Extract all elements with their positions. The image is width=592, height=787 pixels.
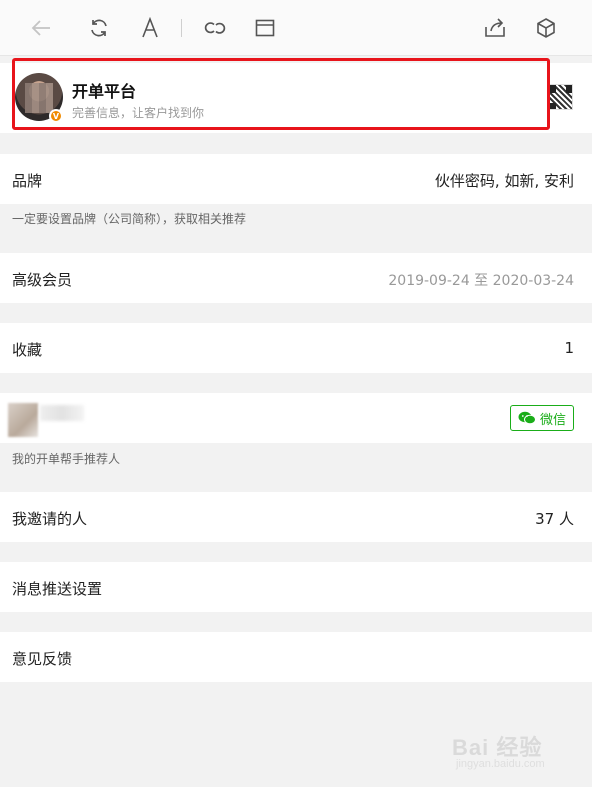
link-icon[interactable]: [201, 14, 229, 42]
membership-period: 2019-09-24 至 2020-03-24: [388, 273, 574, 289]
refresh-icon[interactable]: [85, 14, 113, 42]
wechat-label: 微信: [539, 412, 566, 428]
brand-value: 伙伴密码, 如新, 安利: [434, 172, 574, 190]
invited-label: 我邀请的人: [12, 510, 88, 528]
baidu-watermark: Bai 经验 jingyan.baidu.com: [452, 722, 572, 776]
highlight-box: [12, 58, 550, 130]
favorites-count: 1: [564, 339, 574, 357]
brand-row[interactable]: 品牌 伙伴密码, 如新, 安利: [0, 154, 592, 204]
cube-icon[interactable]: [532, 14, 560, 42]
invited-row[interactable]: 我邀请的人 37 人: [0, 492, 592, 542]
referrer-avatar: [8, 403, 38, 437]
feedback-label: 意见反馈: [12, 650, 73, 668]
membership-row[interactable]: 高级会员 2019-09-24 至 2020-03-24: [0, 253, 592, 303]
watermark-url: jingyan.baidu.com: [456, 758, 545, 770]
referrer-name: [40, 405, 84, 421]
push-settings-label: 消息推送设置: [12, 580, 103, 598]
browser-toolbar: [0, 0, 592, 56]
feedback-row[interactable]: 意见反馈: [0, 632, 592, 682]
font-icon[interactable]: [136, 14, 164, 42]
favorites-label: 收藏: [12, 341, 43, 359]
membership-label: 高级会员: [12, 271, 73, 289]
referrer-row[interactable]: 微信: [0, 393, 592, 443]
invited-count: 37 人: [535, 510, 574, 528]
wechat-button[interactable]: 微信: [510, 405, 574, 431]
favorites-row[interactable]: 收藏 1: [0, 323, 592, 373]
referrer-hint: 我的开单帮手推荐人: [12, 452, 121, 466]
wechat-icon: [518, 411, 536, 425]
toolbar-separator: [181, 19, 182, 37]
push-settings-row[interactable]: 消息推送设置: [0, 562, 592, 612]
brand-label: 品牌: [12, 172, 43, 190]
window-icon[interactable]: [251, 14, 279, 42]
brand-hint: 一定要设置品牌（公司简称），获取相关推荐: [12, 212, 247, 226]
qr-code-icon[interactable]: [547, 84, 573, 110]
back-arrow-icon[interactable]: [27, 14, 55, 42]
share-icon[interactable]: [481, 14, 509, 42]
